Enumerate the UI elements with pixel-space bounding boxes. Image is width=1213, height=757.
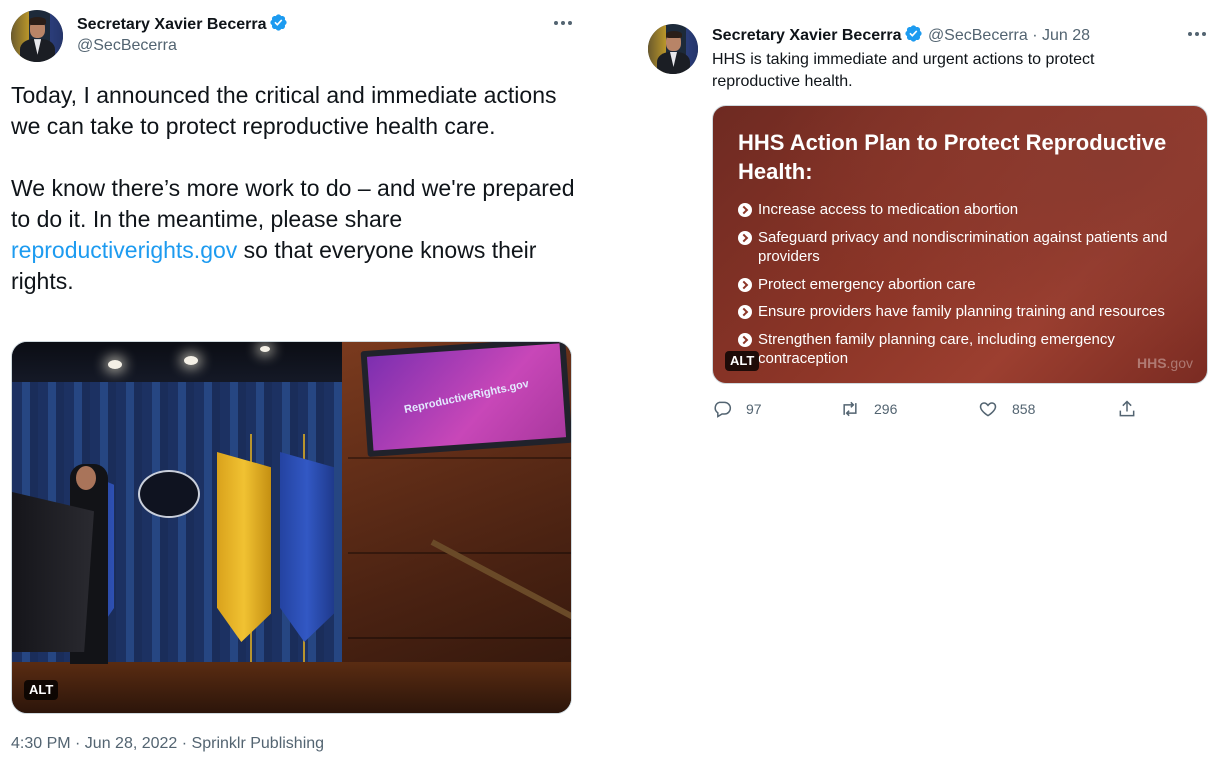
alt-text-badge[interactable]: ALT xyxy=(725,351,760,371)
chevron-right-icon xyxy=(738,333,752,347)
chevron-right-icon xyxy=(738,203,752,217)
card-item-text: Ensure providers have family planning tr… xyxy=(758,303,1165,320)
author-handle[interactable]: @SecBecerra xyxy=(928,27,1028,44)
retweet-icon xyxy=(843,401,857,417)
reproductiverights-link[interactable]: reproductiverights.gov xyxy=(11,237,237,263)
display-screen: ReproductiveRights.gov xyxy=(360,342,571,458)
more-options-icon[interactable] xyxy=(554,21,574,27)
card-list-item: Increase access to medication abortion xyxy=(738,200,1198,219)
card-title: HHS Action Plan to Protect Reproductive … xyxy=(738,130,1167,184)
author-name-text[interactable]: Secretary Xavier Becerra xyxy=(77,16,266,33)
author-name[interactable]: Secretary Xavier Becerra xyxy=(712,27,901,44)
chevron-right-icon xyxy=(738,231,752,245)
tweet-text-part: Today, I announced the critical and imme… xyxy=(11,82,575,232)
tweet-header: Secretary Xavier Becerra @SecBecerra · J… xyxy=(712,24,1090,45)
wall-panel-line xyxy=(348,637,571,639)
like-count: 858 xyxy=(1012,401,1036,417)
spotlight xyxy=(260,346,270,352)
podium xyxy=(12,492,94,652)
wall-panel-line xyxy=(348,457,571,459)
card-item-text: Strengthen family planning care, includi… xyxy=(758,331,1115,367)
card-item-text: Protect emergency abortion care xyxy=(758,276,976,293)
author-avatar[interactable] xyxy=(11,10,63,62)
chevron-right-icon xyxy=(738,278,752,292)
reply-count: 97 xyxy=(746,401,762,417)
yellow-flag xyxy=(217,452,271,642)
stage-floor xyxy=(12,662,571,713)
author-name[interactable]: Secretary Xavier Becerra xyxy=(77,13,288,34)
card-list-item: Safeguard privacy and nondiscrimination … xyxy=(738,228,1198,266)
retweet-button[interactable]: 296 xyxy=(840,399,897,419)
tweet-text: HHS is taking immediate and urgent actio… xyxy=(712,51,1095,90)
hhs-watermark: HHS.gov xyxy=(1137,355,1193,371)
tweet-text: Today, I announced the critical and imme… xyxy=(11,80,591,297)
author-handle[interactable]: @SecBecerra xyxy=(77,37,177,55)
reply-button[interactable]: 97 xyxy=(712,399,762,419)
spotlight xyxy=(184,356,198,365)
share-icon xyxy=(1119,400,1135,417)
verified-badge-icon xyxy=(270,14,288,31)
separator-dot: · xyxy=(1032,27,1038,44)
like-button[interactable]: 858 xyxy=(978,399,1035,419)
card-list-item: Strengthen family planning care, includi… xyxy=(738,330,1198,368)
blue-flag xyxy=(280,452,334,642)
heart-icon xyxy=(979,402,997,417)
more-options-icon[interactable] xyxy=(1188,32,1208,38)
chevron-right-icon xyxy=(738,305,752,319)
spotlight xyxy=(108,360,122,369)
author-avatar[interactable] xyxy=(648,24,698,74)
share-button[interactable] xyxy=(1117,399,1151,419)
tweet-date[interactable]: Jun 28 xyxy=(1042,27,1090,44)
speaker-head xyxy=(76,466,96,490)
retweet-count: 296 xyxy=(874,401,898,417)
tweet-image-card[interactable]: HHS Action Plan to Protect Reproductive … xyxy=(712,105,1208,384)
card-list-item: Protect emergency abortion care xyxy=(738,275,1198,294)
tweet-photo[interactable]: ReproductiveRights.gov ALT xyxy=(11,341,572,714)
alt-text-badge[interactable]: ALT xyxy=(24,680,59,700)
card-item-text: Safeguard privacy and nondiscrimination … xyxy=(758,229,1168,265)
card-list-item: Ensure providers have family planning tr… xyxy=(738,302,1198,321)
card-item-text: Increase access to medication abortion xyxy=(758,201,1019,218)
watermark-brand: HHS xyxy=(1136,355,1167,371)
tweet-timestamp[interactable]: 4:30 PM · Jun 28, 2022 · Sprinklr Publis… xyxy=(11,735,324,753)
watermark-domain: .gov xyxy=(1166,355,1193,371)
reply-icon xyxy=(714,401,732,418)
verified-badge-icon xyxy=(905,25,923,42)
screen-text: ReproductiveRights.gov xyxy=(403,377,530,417)
hhs-seal xyxy=(138,470,200,518)
